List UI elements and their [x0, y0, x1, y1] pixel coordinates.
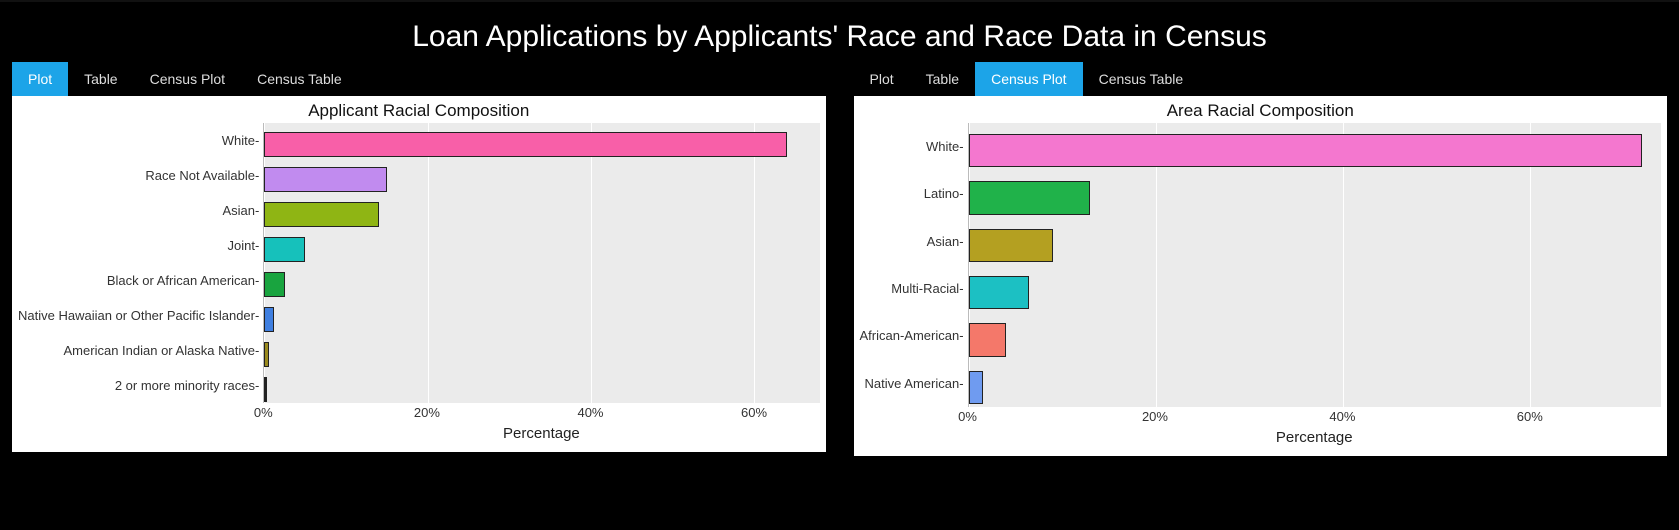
right-ylabel: African-American-	[860, 313, 964, 359]
right-bar-row	[969, 127, 1661, 174]
left-ylabel: Black or African American-	[18, 264, 259, 298]
left-bar	[264, 307, 274, 332]
right-xaxis-inner: 0%20%40%60%	[968, 409, 1661, 427]
right-bar	[969, 134, 1643, 167]
left-ylabel: Asian-	[18, 194, 259, 228]
right-bars	[969, 123, 1661, 415]
left-ylabel: American Indian or Alaska Native-	[18, 334, 259, 368]
right-x-axis: 0% 20% 40% 60%	[860, 409, 1662, 427]
right-bar-row	[969, 174, 1661, 221]
left-ylabel: Native Hawaiian or Other Pacific Islande…	[18, 299, 259, 333]
left-bar	[264, 237, 305, 262]
right-bar	[969, 276, 1030, 309]
left-tab-plot[interactable]: Plot	[12, 62, 68, 96]
left-xtick: 60%	[741, 405, 767, 420]
page-root: Loan Applications by Applicants' Race an…	[0, 0, 1679, 476]
right-tab-table[interactable]: Table	[910, 62, 975, 96]
right-plot-body: White-Latino-Asian-Multi-Racial-African-…	[860, 123, 1662, 407]
left-bar-row	[264, 197, 819, 232]
left-bar-row	[264, 127, 819, 162]
left-xtick: 20%	[414, 405, 440, 420]
panels-row: PlotTableCensus PlotCensus Table Applica…	[0, 62, 1679, 456]
right-tab-census-table[interactable]: Census Table	[1083, 62, 1200, 96]
right-bar-row	[969, 364, 1661, 411]
right-plot-area	[968, 123, 1661, 407]
right-xtick: 20%	[1142, 409, 1168, 424]
right-xtick: 40%	[1329, 409, 1355, 424]
right-ylabel: Asian-	[860, 218, 964, 264]
left-bars	[264, 123, 819, 411]
right-panel: PlotTableCensus PlotCensus Table Area Ra…	[854, 62, 1668, 456]
left-tabs: PlotTableCensus PlotCensus Table	[12, 62, 826, 96]
left-bar	[264, 167, 386, 192]
left-xaxis-inner: 0%20%40%60%	[263, 405, 819, 423]
left-ylabel: White-	[18, 124, 259, 158]
right-bar	[969, 229, 1053, 262]
right-bar-row	[969, 316, 1661, 363]
left-chart-box: Applicant Racial Composition White-Race …	[12, 96, 826, 452]
right-xtick: 60%	[1517, 409, 1543, 424]
left-xlabel: Percentage	[18, 425, 820, 442]
right-bar	[969, 371, 983, 404]
page-title: Loan Applications by Applicants' Race an…	[0, 20, 1679, 54]
right-bar	[969, 181, 1091, 214]
left-bar	[264, 132, 787, 157]
left-panel: PlotTableCensus PlotCensus Table Applica…	[12, 62, 826, 456]
left-ylabel: Race Not Available-	[18, 159, 259, 193]
right-ylabels: White-Latino-Asian-Multi-Racial-African-…	[860, 123, 968, 407]
left-xtick: 40%	[577, 405, 603, 420]
right-chart-title: Area Racial Composition	[860, 101, 1662, 121]
left-bar-row	[264, 372, 819, 407]
left-bar-row	[264, 162, 819, 197]
left-xlabel-text: Percentage	[503, 425, 580, 442]
left-tab-census-table[interactable]: Census Table	[241, 62, 358, 96]
right-bar	[969, 323, 1006, 356]
right-ylabel: Latino-	[860, 171, 964, 217]
left-bar	[264, 342, 269, 367]
left-bar-row	[264, 337, 819, 372]
right-ylabel: Multi-Racial-	[860, 266, 964, 312]
right-tab-census-plot[interactable]: Census Plot	[975, 62, 1082, 96]
left-x-axis: 0% 20% 40% 60%	[18, 405, 820, 423]
left-bar	[264, 202, 378, 227]
left-ylabel: 2 or more minority races-	[18, 369, 259, 403]
left-chart-title: Applicant Racial Composition	[18, 101, 820, 121]
left-tab-census-plot[interactable]: Census Plot	[134, 62, 241, 96]
right-xlabel-text: Percentage	[1276, 429, 1353, 446]
left-bar	[264, 272, 284, 297]
right-bar-row	[969, 269, 1661, 316]
left-ylabels: White-Race Not Available-Asian-Joint-Bla…	[18, 123, 263, 403]
left-ylabel: Joint-	[18, 229, 259, 263]
left-xtick: 0%	[254, 405, 273, 420]
left-plot-area	[263, 123, 819, 403]
right-ylabel: White-	[860, 124, 964, 170]
left-xaxis-spacer	[18, 405, 263, 423]
left-bar-row	[264, 232, 819, 267]
right-tab-plot[interactable]: Plot	[854, 62, 910, 96]
right-bar-row	[969, 222, 1661, 269]
right-chart-box: Area Racial Composition White-Latino-Asi…	[854, 96, 1668, 456]
left-bar-row	[264, 267, 819, 302]
right-tabs: PlotTableCensus PlotCensus Table	[854, 62, 1668, 96]
left-bar	[264, 377, 266, 402]
left-tab-table[interactable]: Table	[68, 62, 133, 96]
right-xlabel: Percentage	[860, 429, 1662, 446]
left-plot-body: White-Race Not Available-Asian-Joint-Bla…	[18, 123, 820, 403]
right-xaxis-spacer	[860, 409, 968, 427]
left-bar-row	[264, 302, 819, 337]
right-xtick: 0%	[958, 409, 977, 424]
right-ylabel: Native American-	[860, 360, 964, 406]
top-divider	[0, 0, 1679, 2]
